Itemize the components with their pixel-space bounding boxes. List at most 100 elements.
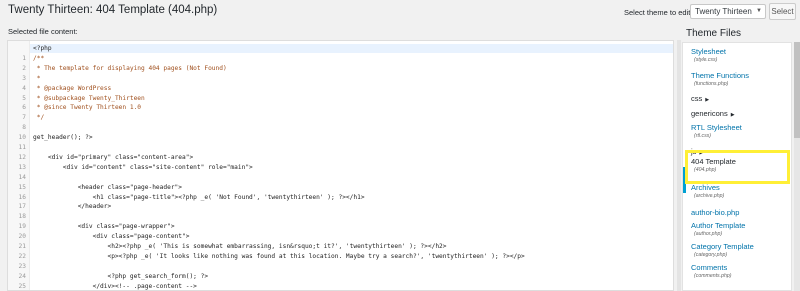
expand-arrow-icon: ▶	[705, 97, 710, 103]
code-line: 24 <?php get_search_form(); ?>	[8, 272, 668, 282]
sidebar-file-item[interactable]: Theme Functions (functions.php)	[683, 71, 791, 93]
line-text: <?php	[33, 45, 52, 52]
chevron-down-icon: ▼	[756, 8, 762, 14]
code-line: 22 <p><?php _e( 'It looks like nothing w…	[8, 252, 668, 262]
line-number: 1	[22, 54, 26, 62]
code-line: 10 get_header(); ?>	[8, 133, 668, 143]
code-line: 16 <h1 class="page-title"><?php _e( 'Not…	[8, 193, 668, 203]
file-name-text: author-bio.php	[691, 208, 740, 217]
line-number: 7	[22, 114, 26, 122]
file-list-scroll-thumb[interactable]	[794, 42, 800, 138]
line-number: 21	[18, 243, 26, 250]
line-text: /**	[33, 54, 45, 62]
code-line: 12 <div id="primary" class="content-area…	[8, 153, 668, 163]
line-number: 6	[22, 104, 26, 112]
sidebar-file-item[interactable]: Archives (archive.php)	[683, 183, 791, 205]
file-name-text: Author Template	[691, 221, 746, 230]
current-file-highlight	[685, 150, 790, 184]
code-line: 19 <div class="page-wrapper">	[8, 222, 668, 232]
sidebar-folder[interactable]: css ▶	[683, 94, 791, 106]
file-name: css ▶	[691, 94, 709, 103]
code-line: 11	[8, 143, 668, 153]
code-editor[interactable]: <?php 1 /** 2 * The template for displaying…	[7, 40, 674, 291]
page-title: Twenty Thirteen: 404 Template (404.php)	[8, 4, 218, 16]
file-name-text: Comments	[691, 263, 728, 272]
sidebar-file-item[interactable]: author-bio.php	[683, 208, 791, 220]
file-name-text: Archives	[691, 183, 720, 192]
file-path: (archive.php)	[694, 193, 725, 199]
file-name: Archives	[691, 183, 720, 192]
sidebar-file-item[interactable]: RTL Stylesheet (rtl.css)	[683, 123, 791, 145]
line-number: 11	[18, 144, 26, 151]
file-name-text: genericons	[691, 109, 728, 118]
file-list-scrollbar[interactable]	[794, 42, 800, 291]
file-name: Category Template	[691, 242, 754, 251]
selected-file-label: Selected file content:	[8, 27, 78, 36]
file-name-text: Stylesheet	[691, 47, 727, 56]
theme-select-value: Twenty Thirteen	[695, 7, 752, 16]
line-number: 5	[22, 94, 26, 102]
line-text: <header class="page-header">	[33, 183, 183, 191]
line-number: 22	[18, 252, 26, 260]
line-number: 8	[22, 124, 26, 132]
code-line: 14	[8, 173, 668, 183]
sidebar-file-item[interactable]: Author Template (author.php)	[683, 221, 791, 243]
sidebar-folder[interactable]: genericons ▶	[683, 109, 791, 121]
code-line: 6 * @since Twenty Thirteen 1.0	[8, 103, 668, 113]
editor-header: Twenty Thirteen: 404 Template (404.php) …	[0, 0, 800, 28]
file-name-text: RTL Stylesheet	[691, 123, 742, 132]
line-number: 2	[22, 64, 26, 72]
line-number: 20	[18, 233, 26, 241]
file-name: Theme Functions	[691, 71, 749, 80]
code-line: 13 <div id="content" class="site-content…	[8, 163, 668, 173]
file-path: (style.css)	[694, 57, 718, 63]
line-text: <h1 class="page-title"><?php _e( 'Not Fo…	[33, 193, 365, 201]
code-line: 15 <header class="page-header">	[8, 183, 668, 193]
line-number: 3	[22, 74, 26, 82]
line-text: get_header(); ?>	[33, 134, 93, 142]
line-number: 14	[18, 173, 26, 181]
code-line: 18	[8, 212, 668, 222]
sidebar-file-item[interactable]: Stylesheet (style.css)	[683, 47, 791, 69]
sidebar-file-item[interactable]: Comments (comments.php)	[683, 263, 791, 285]
line-text: <p><?php _e( 'It looks like nothing was …	[33, 252, 525, 260]
file-path: (category.php)	[694, 252, 728, 258]
file-name: Author Template	[691, 221, 745, 230]
editor-scrollbar[interactable]	[677, 40, 681, 291]
line-number: 23	[18, 262, 26, 270]
line-text: <div id="primary" class="content-area">	[33, 153, 194, 161]
file-name: author-bio.php	[691, 208, 739, 217]
line-text: <?php get_search_form(); ?>	[33, 272, 209, 280]
line-text: * The template for displaying 404 pages …	[33, 64, 227, 72]
line-number: 19	[18, 223, 26, 231]
select-theme-label: Select theme to edit:	[624, 8, 693, 17]
code-line: 3 *	[8, 74, 668, 84]
code-line: 21 <h2><?php _e( 'This is somewhat embar…	[8, 242, 668, 252]
code-line: 23	[8, 262, 668, 272]
file-path: (functions.php)	[694, 81, 729, 87]
file-name-text: Theme Functions	[691, 71, 749, 80]
file-name-text: Category Template	[691, 242, 754, 251]
code-line: 1 /**	[8, 54, 668, 64]
code-line: <?php	[8, 44, 668, 54]
select-button[interactable]: Select	[769, 3, 796, 20]
line-number: 17	[18, 203, 26, 211]
line-number: 16	[18, 193, 26, 201]
line-number: 24	[18, 272, 26, 280]
theme-select[interactable]: Twenty Thirteen ▼	[690, 4, 766, 19]
line-number: 25	[18, 282, 26, 290]
sidebar-file-item[interactable]: Category Template (category.php)	[683, 242, 791, 264]
file-path: (author.php)	[694, 231, 723, 237]
file-path: (rtl.css)	[694, 133, 711, 139]
line-text: * @package WordPress	[33, 84, 112, 92]
line-number: 4	[22, 84, 26, 92]
line-text: <div id="content" class="site-content" r…	[33, 163, 253, 171]
theme-files-title: Theme Files	[686, 28, 742, 39]
file-name: Comments	[691, 263, 727, 272]
line-text: *	[33, 74, 41, 82]
line-text: * @since Twenty Thirteen 1.0	[33, 104, 142, 112]
code-line: 20 <div class="page-content">	[8, 232, 668, 242]
line-text: <div class="page-wrapper">	[33, 223, 175, 231]
line-number: 12	[18, 153, 26, 161]
line-text: <h2><?php _e( 'This is somewhat embarras…	[33, 243, 447, 250]
